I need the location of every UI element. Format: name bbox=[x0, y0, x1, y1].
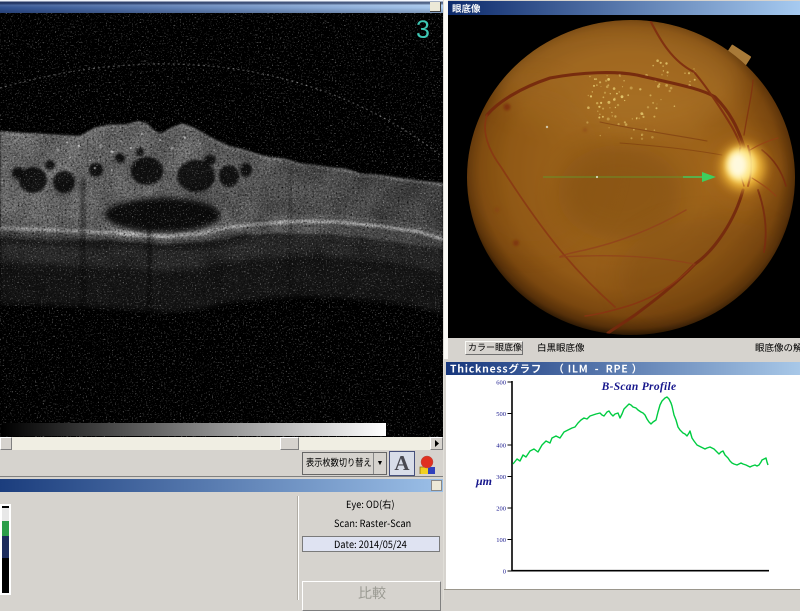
svg-text:100: 100 bbox=[496, 537, 506, 544]
svg-text:200: 200 bbox=[496, 506, 506, 513]
svg-text:500: 500 bbox=[496, 411, 506, 418]
svg-text:0: 0 bbox=[503, 569, 506, 576]
svg-text:300: 300 bbox=[496, 474, 506, 481]
svg-text:B-Scan Profile: B-Scan Profile bbox=[601, 381, 677, 393]
svg-text:400: 400 bbox=[496, 443, 506, 450]
svg-text:μm: μm bbox=[475, 474, 492, 488]
svg-text:600: 600 bbox=[496, 380, 506, 387]
